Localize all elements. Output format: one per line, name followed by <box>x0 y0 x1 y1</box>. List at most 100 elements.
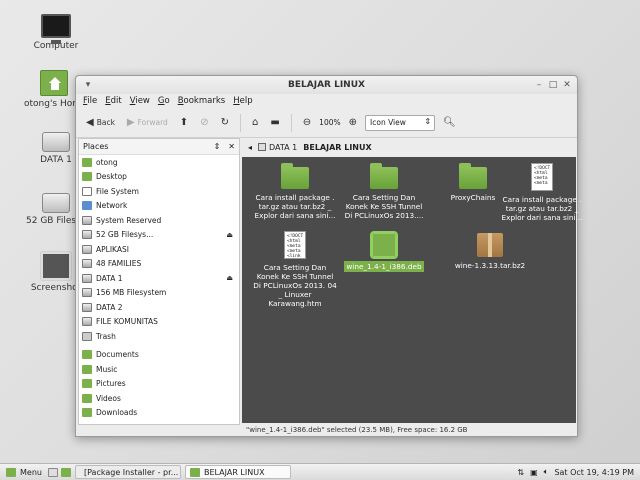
breadcrumb-back-icon[interactable]: ◂ <box>248 143 252 152</box>
drive-icon <box>82 273 92 283</box>
sidebar-item-file-komunitas[interactable]: FILE KOMUNITAS <box>79 315 239 330</box>
minimize-icon[interactable]: – <box>533 79 545 91</box>
eject-icon[interactable]: ⏏ <box>226 231 233 239</box>
drive-icon <box>82 244 92 254</box>
task-package-installer[interactable]: [Package Installer - pr... <box>74 465 181 479</box>
menu-go[interactable]: Go <box>158 96 170 106</box>
forward-arrow-icon: ▶ <box>126 116 135 128</box>
close-icon[interactable]: ✕ <box>228 142 235 151</box>
sidebar-item-desktop[interactable]: Desktop <box>79 170 239 185</box>
search-button[interactable]: 🔍︎ <box>439 115 460 131</box>
volume-tray-icon[interactable]: 🔈︎ <box>544 467 549 477</box>
breadcrumb-item-current[interactable]: BELAJAR LINUX <box>303 143 371 152</box>
window-titlebar[interactable]: ▾ BELAJAR LINUX – □ ✕ <box>76 76 577 94</box>
sidebar-item-label: Documents <box>96 350 139 360</box>
folder-icon <box>370 163 398 189</box>
sidebar-item-data2[interactable]: DATA 2 <box>79 300 239 315</box>
sidebar-item-trash[interactable]: Trash <box>79 329 239 344</box>
file-manager-window: ▾ BELAJAR LINUX – □ ✕ File Edit View Go … <box>75 75 582 437</box>
sidebar-item-label: Trash <box>96 331 116 341</box>
show-desktop-icon[interactable] <box>47 467 58 477</box>
sidebar-item-music[interactable]: Music <box>79 362 239 377</box>
home-folder-icon <box>40 70 68 96</box>
file-view[interactable]: Cara install package . tar.gz atau tar.b… <box>242 157 582 423</box>
stop-button[interactable]: ⊘ <box>196 115 212 131</box>
home-icon <box>82 157 92 167</box>
folder-icon <box>82 379 92 389</box>
menu-bookmarks[interactable]: Bookmarks <box>178 96 226 106</box>
sidebar-item-label: 52 GB Filesys... <box>96 230 154 240</box>
task-belajar-linux[interactable]: BELAJAR LINUX <box>184 465 291 479</box>
up-button[interactable]: ⬆ <box>176 115 192 131</box>
computer-button[interactable]: ▬ <box>266 115 283 131</box>
file-name: Cara Setting Dan Konek Ke SSH Tunnel Di … <box>344 193 424 220</box>
sidebar-item-documents[interactable]: Documents <box>79 348 239 363</box>
maximize-icon[interactable]: □ <box>547 79 559 91</box>
sidebar-item-label: Network <box>96 201 128 211</box>
drive-icon <box>82 259 92 269</box>
file-item[interactable]: Cara install package . tar.gz atau tar.b… <box>252 163 338 220</box>
close-icon[interactable]: ✕ <box>561 79 573 91</box>
file-item[interactable]: wine-1.3.13.tar.bz2 <box>447 233 533 270</box>
chevron-updown-icon[interactable]: ⇕ <box>214 142 221 151</box>
breadcrumb-item-data1[interactable]: DATA 1 <box>258 143 297 152</box>
sidebar-item-pictures[interactable]: Pictures <box>79 377 239 392</box>
sidebar-title[interactable]: Places <box>83 142 108 151</box>
start-menu-button[interactable]: Menu <box>0 467 48 477</box>
menu-help[interactable]: Help <box>233 96 252 106</box>
sidebar-item-52gb[interactable]: 52 GB Filesys... ⏏ <box>79 228 239 243</box>
sidebar-item-label: otong <box>96 157 118 167</box>
zoom-in-button[interactable]: ⊕ <box>345 115 361 131</box>
zoom-out-button[interactable]: ⊖ <box>299 115 315 131</box>
home-button[interactable]: ⌂ <box>248 115 262 131</box>
network-tray-icon[interactable]: ⇅ <box>517 468 524 477</box>
desktop-icon-computer[interactable]: Computer <box>16 14 96 51</box>
sidebar-item-label: FILE KOMUNITAS <box>96 317 158 327</box>
sidebar-item-data1[interactable]: DATA 1 ⏏ <box>79 271 239 286</box>
folder-icon <box>459 163 487 189</box>
sidebar-item-videos[interactable]: Videos <box>79 391 239 406</box>
breadcrumb-label: BELAJAR LINUX <box>303 142 372 152</box>
network-icon <box>82 201 92 211</box>
taskbar: Menu [Package Installer - pr... BELAJAR … <box>0 463 640 480</box>
file-item[interactable]: <!DOCT <html <meta <meta <link Cara Sett… <box>252 231 338 308</box>
sidebar-item-label: Pictures <box>96 379 126 389</box>
sidebar-item-system-reserved[interactable]: System Reserved <box>79 213 239 228</box>
sidebar-item-file-system[interactable]: File System <box>79 184 239 199</box>
reload-button[interactable]: ↻ <box>217 115 233 131</box>
back-label: Back <box>96 118 115 127</box>
back-button[interactable]: ◀ Back <box>82 115 119 131</box>
sidebar-item-156mb[interactable]: 156 MB Filesystem <box>79 286 239 301</box>
sidebar-item-downloads[interactable]: Downloads <box>79 406 239 421</box>
file-item[interactable]: <!DOCT <html <meta <meta Cara install pa… <box>499 163 585 222</box>
sidebar-item-aplikasi[interactable]: APLIKASI <box>79 242 239 257</box>
sidebar-item-label: APLIKASI <box>96 244 129 254</box>
sidebar-item-network[interactable]: Network <box>79 199 239 214</box>
view-mode-select[interactable]: Icon View ⇕ <box>365 114 436 131</box>
drive-icon <box>82 317 92 327</box>
folder-icon <box>82 393 92 403</box>
menu-file[interactable]: File <box>83 96 97 106</box>
status-bar: "wine_1.4-1_i386.deb" selected (23.5 MB)… <box>246 426 468 434</box>
sidebar-header: Places ⇕ ✕ <box>79 139 239 155</box>
update-tray-icon[interactable]: ▣ <box>530 468 538 477</box>
drive-icon <box>82 302 92 312</box>
sidebar-item-48-families[interactable]: 48 FAMILIES <box>79 257 239 272</box>
menu-view[interactable]: View <box>130 96 150 106</box>
screenshot-icon <box>41 252 71 280</box>
sidebar-item-label: File System <box>96 186 139 196</box>
zoom-in-icon: ⊕ <box>348 116 358 128</box>
sidebar-item-otong[interactable]: otong <box>79 155 239 170</box>
eject-icon[interactable]: ⏏ <box>226 274 233 282</box>
sidebar-item-label: Desktop <box>96 172 127 182</box>
file-item[interactable]: Cara Setting Dan Konek Ke SSH Tunnel Di … <box>341 163 427 220</box>
view-mode-value: Icon View <box>370 117 406 127</box>
forward-button[interactable]: ▶ Forward <box>123 115 172 131</box>
files-launcher-icon[interactable] <box>60 467 71 477</box>
clock[interactable]: Sat Oct 19, 4:19 PM <box>554 468 634 477</box>
toolbar-separator <box>290 113 292 132</box>
sidebar-item-label: Downloads <box>96 408 138 418</box>
deb-package-icon <box>370 231 398 259</box>
file-item-selected[interactable]: wine_1.4-1_i386.deb <box>341 231 427 272</box>
menu-edit[interactable]: Edit <box>105 96 121 106</box>
